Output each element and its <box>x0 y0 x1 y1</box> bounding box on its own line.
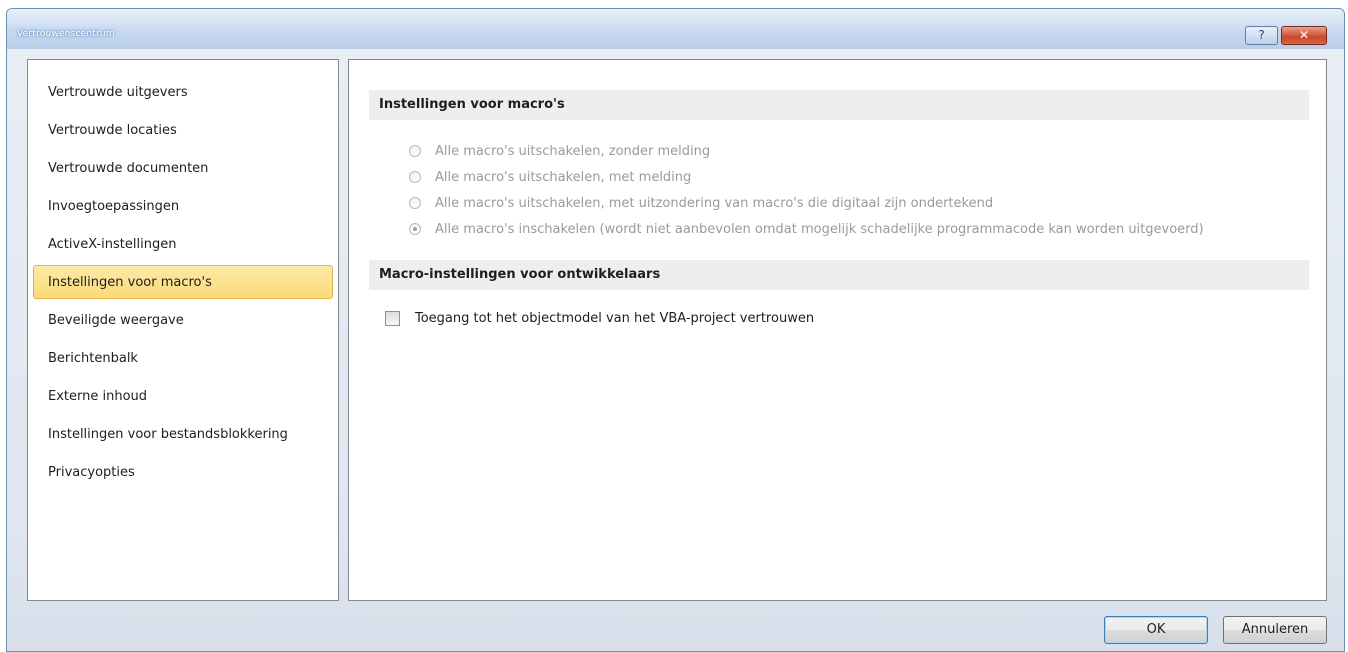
sidebar-item-trusted-publishers[interactable]: Vertrouwde uitgevers <box>33 75 333 109</box>
sidebar-item-file-block-settings[interactable]: Instellingen voor bestandsblokkering <box>33 417 333 451</box>
help-button[interactable]: ? <box>1245 26 1278 45</box>
dialog-client-area: Vertrouwde uitgevers Vertrouwde locaties… <box>7 49 1344 651</box>
title-bar[interactable]: Vertrouwenscentrum ? ✕ <box>7 9 1344 49</box>
category-list: Vertrouwde uitgevers Vertrouwde locaties… <box>27 59 339 601</box>
radio-button-icon <box>409 197 421 209</box>
close-button[interactable]: ✕ <box>1281 26 1327 45</box>
developer-settings-header: Macro-instellingen voor ontwikkelaars <box>369 260 1309 290</box>
sidebar-item-trusted-documents[interactable]: Vertrouwde documenten <box>33 151 333 185</box>
close-icon: ✕ <box>1298 28 1310 42</box>
radio-option-label: Alle macro's uitschakelen, met melding <box>435 170 692 185</box>
radio-button-icon <box>409 145 421 157</box>
vba-trust-checkbox[interactable] <box>385 311 400 326</box>
radio-button-checked-icon <box>409 223 421 235</box>
sidebar-item-privacy-options[interactable]: Privacyopties <box>33 455 333 489</box>
help-icon: ? <box>1258 28 1265 42</box>
trust-center-dialog: Vertrouwenscentrum ? ✕ Vertrouwde uitgev… <box>6 8 1345 652</box>
sidebar-item-trusted-locations[interactable]: Vertrouwde locaties <box>33 113 333 147</box>
radio-option-label: Alle macro's inschakelen (wordt niet aan… <box>435 222 1204 237</box>
radio-button-icon <box>409 171 421 183</box>
sidebar-item-protected-view[interactable]: Beveiligde weergave <box>33 303 333 337</box>
sidebar-item-external-content[interactable]: Externe inhoud <box>33 379 333 413</box>
vba-trust-label: Toegang tot het objectmodel van het VBA-… <box>415 311 815 326</box>
sidebar-item-add-ins[interactable]: Invoegtoepassingen <box>33 189 333 223</box>
sidebar-item-activex-settings[interactable]: ActiveX-instellingen <box>33 227 333 261</box>
macro-settings-header: Instellingen voor macro's <box>369 90 1309 120</box>
radio-option-label: Alle macro's uitschakelen, met uitzonder… <box>435 196 994 211</box>
sidebar-item-macro-settings[interactable]: Instellingen voor macro's <box>33 265 333 299</box>
settings-panel: Instellingen voor macro's Alle macro's u… <box>348 59 1327 601</box>
cancel-button[interactable]: Annuleren <box>1223 616 1327 644</box>
ok-button[interactable]: OK <box>1104 616 1208 644</box>
window-title: Vertrouwenscentrum <box>17 29 115 39</box>
sidebar-item-message-bar[interactable]: Berichtenbalk <box>33 341 333 375</box>
radio-option-label: Alle macro's uitschakelen, zonder meldin… <box>435 144 711 159</box>
